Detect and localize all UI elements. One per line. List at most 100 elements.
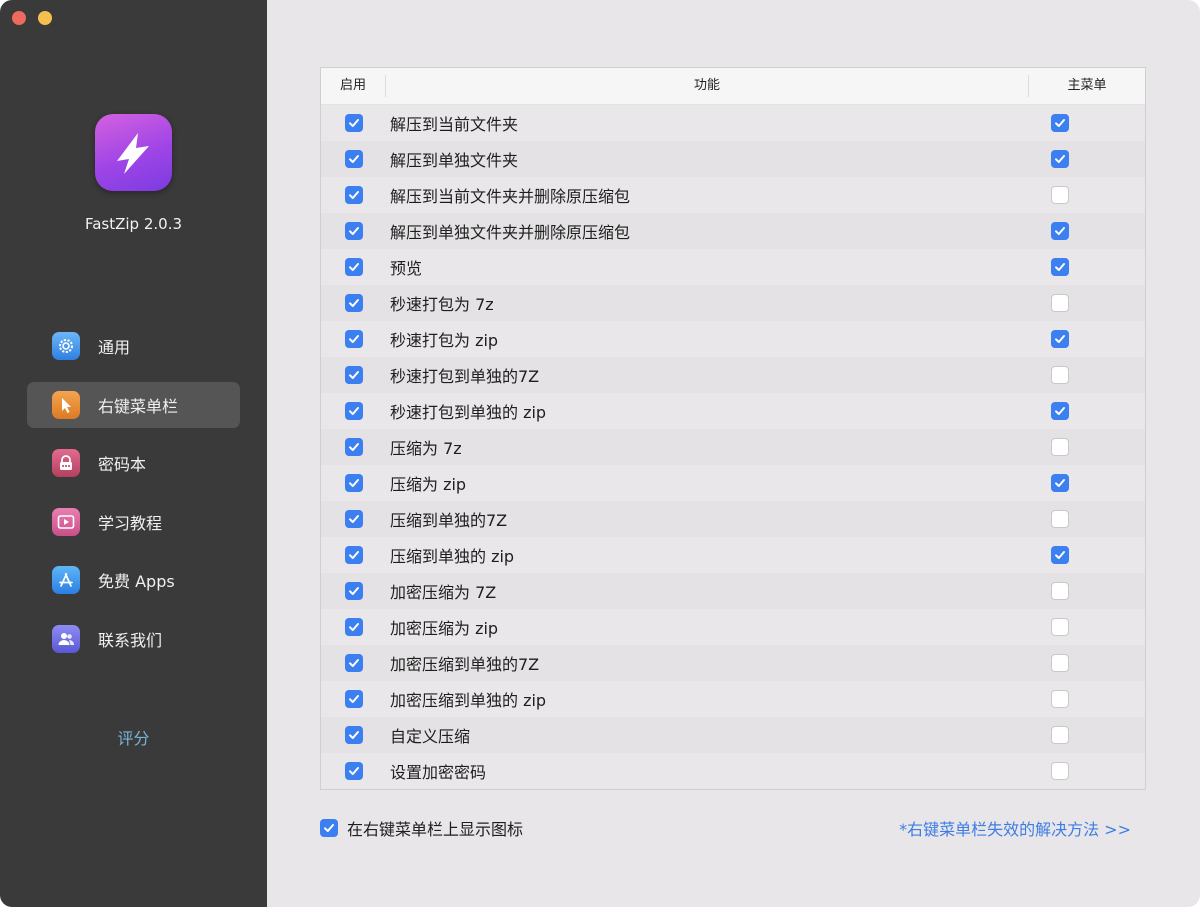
minimize-window-button[interactable] [38,11,52,25]
table-row: 加密压缩为 7Z [321,573,1145,609]
function-label: 预览 [390,259,423,278]
enable-checkbox[interactable] [345,726,363,744]
main-menu-checkbox[interactable] [1051,726,1069,744]
function-label: 压缩到单独的7Z [390,511,508,530]
function-label: 解压到当前文件夹 [390,115,519,134]
enable-checkbox[interactable] [345,186,363,204]
sidebar-item-label: 右键菜单栏 [98,396,179,416]
enable-checkbox[interactable] [345,654,363,672]
enable-cell [321,474,387,492]
enable-checkbox[interactable] [345,258,363,276]
main-menu-checkbox[interactable] [1051,294,1069,312]
table-row: 秒速打包到单独的7Z [321,357,1145,393]
main-menu-checkbox[interactable] [1051,114,1069,132]
gear-icon [52,332,80,360]
header-function[interactable]: 功能 [386,75,1029,97]
enable-checkbox[interactable] [345,402,363,420]
function-label: 加密压缩到单独的 zip [390,691,547,710]
function-label: 设置加密密码 [390,763,487,782]
close-window-button[interactable] [12,11,26,25]
main-menu-cell [983,726,1145,744]
function-label: 解压到单独文件夹 [390,151,519,170]
function-label: 加密压缩为 zip [390,619,499,638]
main-menu-checkbox[interactable] [1051,618,1069,636]
enable-checkbox[interactable] [345,222,363,240]
enable-checkbox[interactable] [345,618,363,636]
enable-cell [321,258,387,276]
enable-checkbox[interactable] [345,438,363,456]
function-label: 压缩到单独的 zip [390,547,515,566]
enable-checkbox[interactable] [345,474,363,492]
enable-cell [321,330,387,348]
show-icon-option[interactable]: 在右键菜单栏上显示图标 [320,816,523,840]
show-icon-label: 在右键菜单栏上显示图标 [347,820,524,839]
sidebar-item-1[interactable]: 右键菜单栏 [27,381,240,428]
enable-checkbox[interactable] [345,762,363,780]
sidebar-item-5[interactable]: 联系我们 [27,616,240,662]
main-menu-cell [983,546,1145,564]
enable-checkbox[interactable] [345,510,363,528]
enable-checkbox[interactable] [345,582,363,600]
video-icon [52,507,80,536]
main-menu-checkbox[interactable] [1051,474,1069,492]
enable-cell [321,546,387,564]
main-menu-checkbox[interactable] [1051,222,1069,240]
main-menu-checkbox[interactable] [1051,546,1069,564]
function-label: 解压到当前文件夹并删除原压缩包 [390,187,631,206]
enable-cell [321,510,387,528]
enable-checkbox[interactable] [345,114,363,132]
enable-checkbox[interactable] [345,330,363,348]
sidebar-item-label: 密码本 [98,455,147,475]
main-menu-checkbox[interactable] [1051,330,1069,348]
rate-link[interactable]: 评分 [0,725,267,749]
table-row: 设置加密密码 [321,753,1145,789]
main-menu-checkbox[interactable] [1051,366,1069,384]
main-menu-checkbox[interactable] [1051,510,1069,528]
table-row: 解压到当前文件夹并删除原压缩包 [321,177,1145,213]
enable-cell [321,438,387,456]
enable-cell [321,294,387,312]
enable-checkbox[interactable] [345,546,363,564]
sidebar-item-0[interactable]: 通用 [27,323,240,369]
header-main-menu[interactable]: 主菜单 [1029,75,1145,97]
sidebar-item-4[interactable]: 免费 Apps [27,557,240,603]
sidebar-item-3[interactable]: 学习教程 [27,499,240,545]
table-row: 解压到单独文件夹 [321,141,1145,177]
main-menu-checkbox[interactable] [1051,438,1069,456]
table-row: 秒速打包为 7z [321,285,1145,321]
sidebar-item-2[interactable]: 密码本 [27,440,240,486]
enable-checkbox[interactable] [345,294,363,312]
function-label: 解压到单独文件夹并删除原压缩包 [390,223,631,242]
enable-checkbox[interactable] [345,150,363,168]
main-menu-cell [983,222,1145,240]
enable-checkbox[interactable] [345,690,363,708]
table-body: 解压到当前文件夹 解压到单独文件夹解压到当前文件夹并删除原压缩包 解压到单独文件夹并… [321,105,1145,789]
main-menu-checkbox[interactable] [1051,582,1069,600]
main-menu-cell [983,618,1145,636]
main-menu-checkbox[interactable] [1051,258,1069,276]
window-controls [12,11,52,25]
main-menu-checkbox[interactable] [1051,654,1069,672]
main-menu-checkbox[interactable] [1051,402,1069,420]
enable-cell [321,150,387,168]
troubleshoot-link[interactable]: *右键菜单栏失效的解决方法 >> [899,816,1131,840]
table-row: 压缩到单独的7Z [321,501,1145,537]
enable-checkbox[interactable] [345,366,363,384]
function-label: 秒速打包到单独的 zip [390,403,547,422]
main-menu-checkbox[interactable] [1051,762,1069,780]
table-row: 自定义压缩 [321,717,1145,753]
main-menu-cell [983,330,1145,348]
main-menu-cell [983,438,1145,456]
show-icon-checkbox[interactable] [320,819,338,837]
main-menu-cell [983,654,1145,672]
main-menu-checkbox[interactable] [1051,186,1069,204]
sidebar-item-label: 免费 Apps [98,572,175,592]
main-menu-cell [983,294,1145,312]
main-menu-cell [983,150,1145,168]
main-menu-cell [983,474,1145,492]
header-enable[interactable]: 启用 [321,75,386,97]
main-menu-checkbox[interactable] [1051,690,1069,708]
main-menu-cell [983,582,1145,600]
main-menu-checkbox[interactable] [1051,150,1069,168]
sidebar-item-label: 联系我们 [98,630,163,650]
